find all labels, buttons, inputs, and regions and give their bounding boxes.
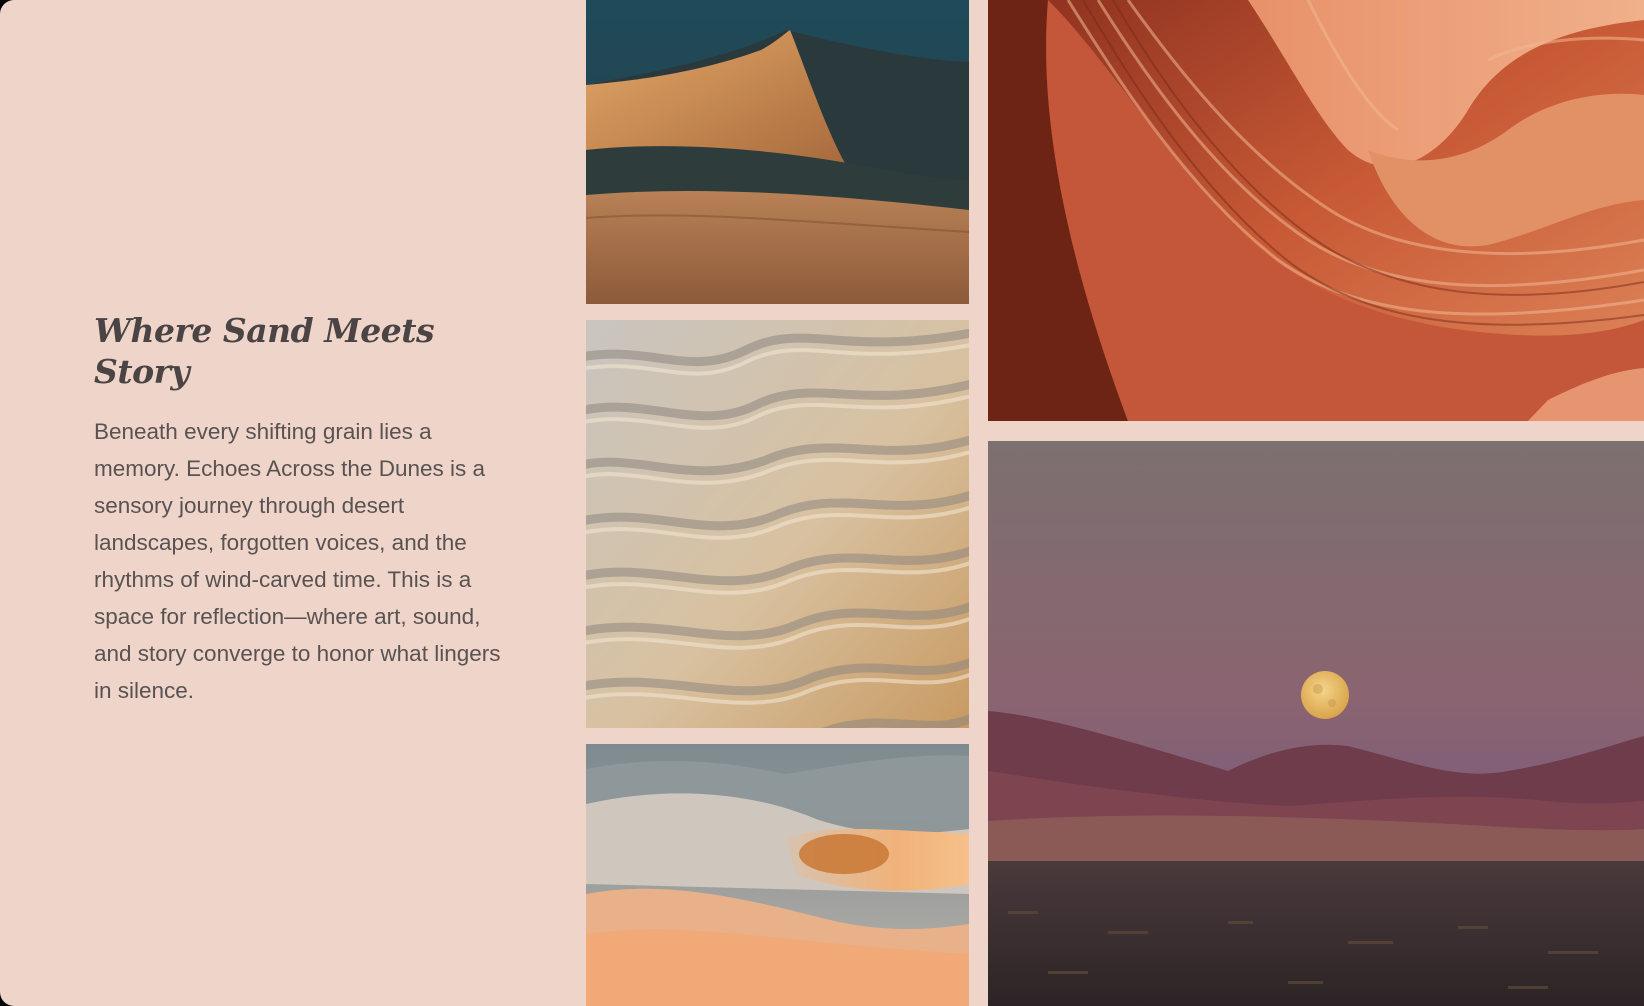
- section-body-text: Beneath every shifting grain lies a memo…: [94, 418, 501, 703]
- canyon-photo: [988, 0, 1644, 421]
- moonrise-image: [988, 441, 1644, 1006]
- sand-ripples-image: [586, 320, 969, 728]
- section-heading: Where Sand Meets Story: [94, 311, 435, 392]
- moonrise-photo: [988, 441, 1644, 1006]
- sand-ripples-photo: [586, 320, 969, 728]
- dunes-sunlit-photo: [586, 744, 969, 1006]
- dunes-shadow-photo: [586, 0, 969, 304]
- intro-text-panel: Where Sand Meets Story Beneath every shi…: [94, 310, 514, 709]
- dunes-sunlit-image: [586, 744, 969, 1006]
- canyon-image: [988, 0, 1644, 421]
- dunes-shadow-image: [586, 0, 969, 304]
- page-frame: Where Sand Meets Story Beneath every shi…: [0, 0, 1644, 1006]
